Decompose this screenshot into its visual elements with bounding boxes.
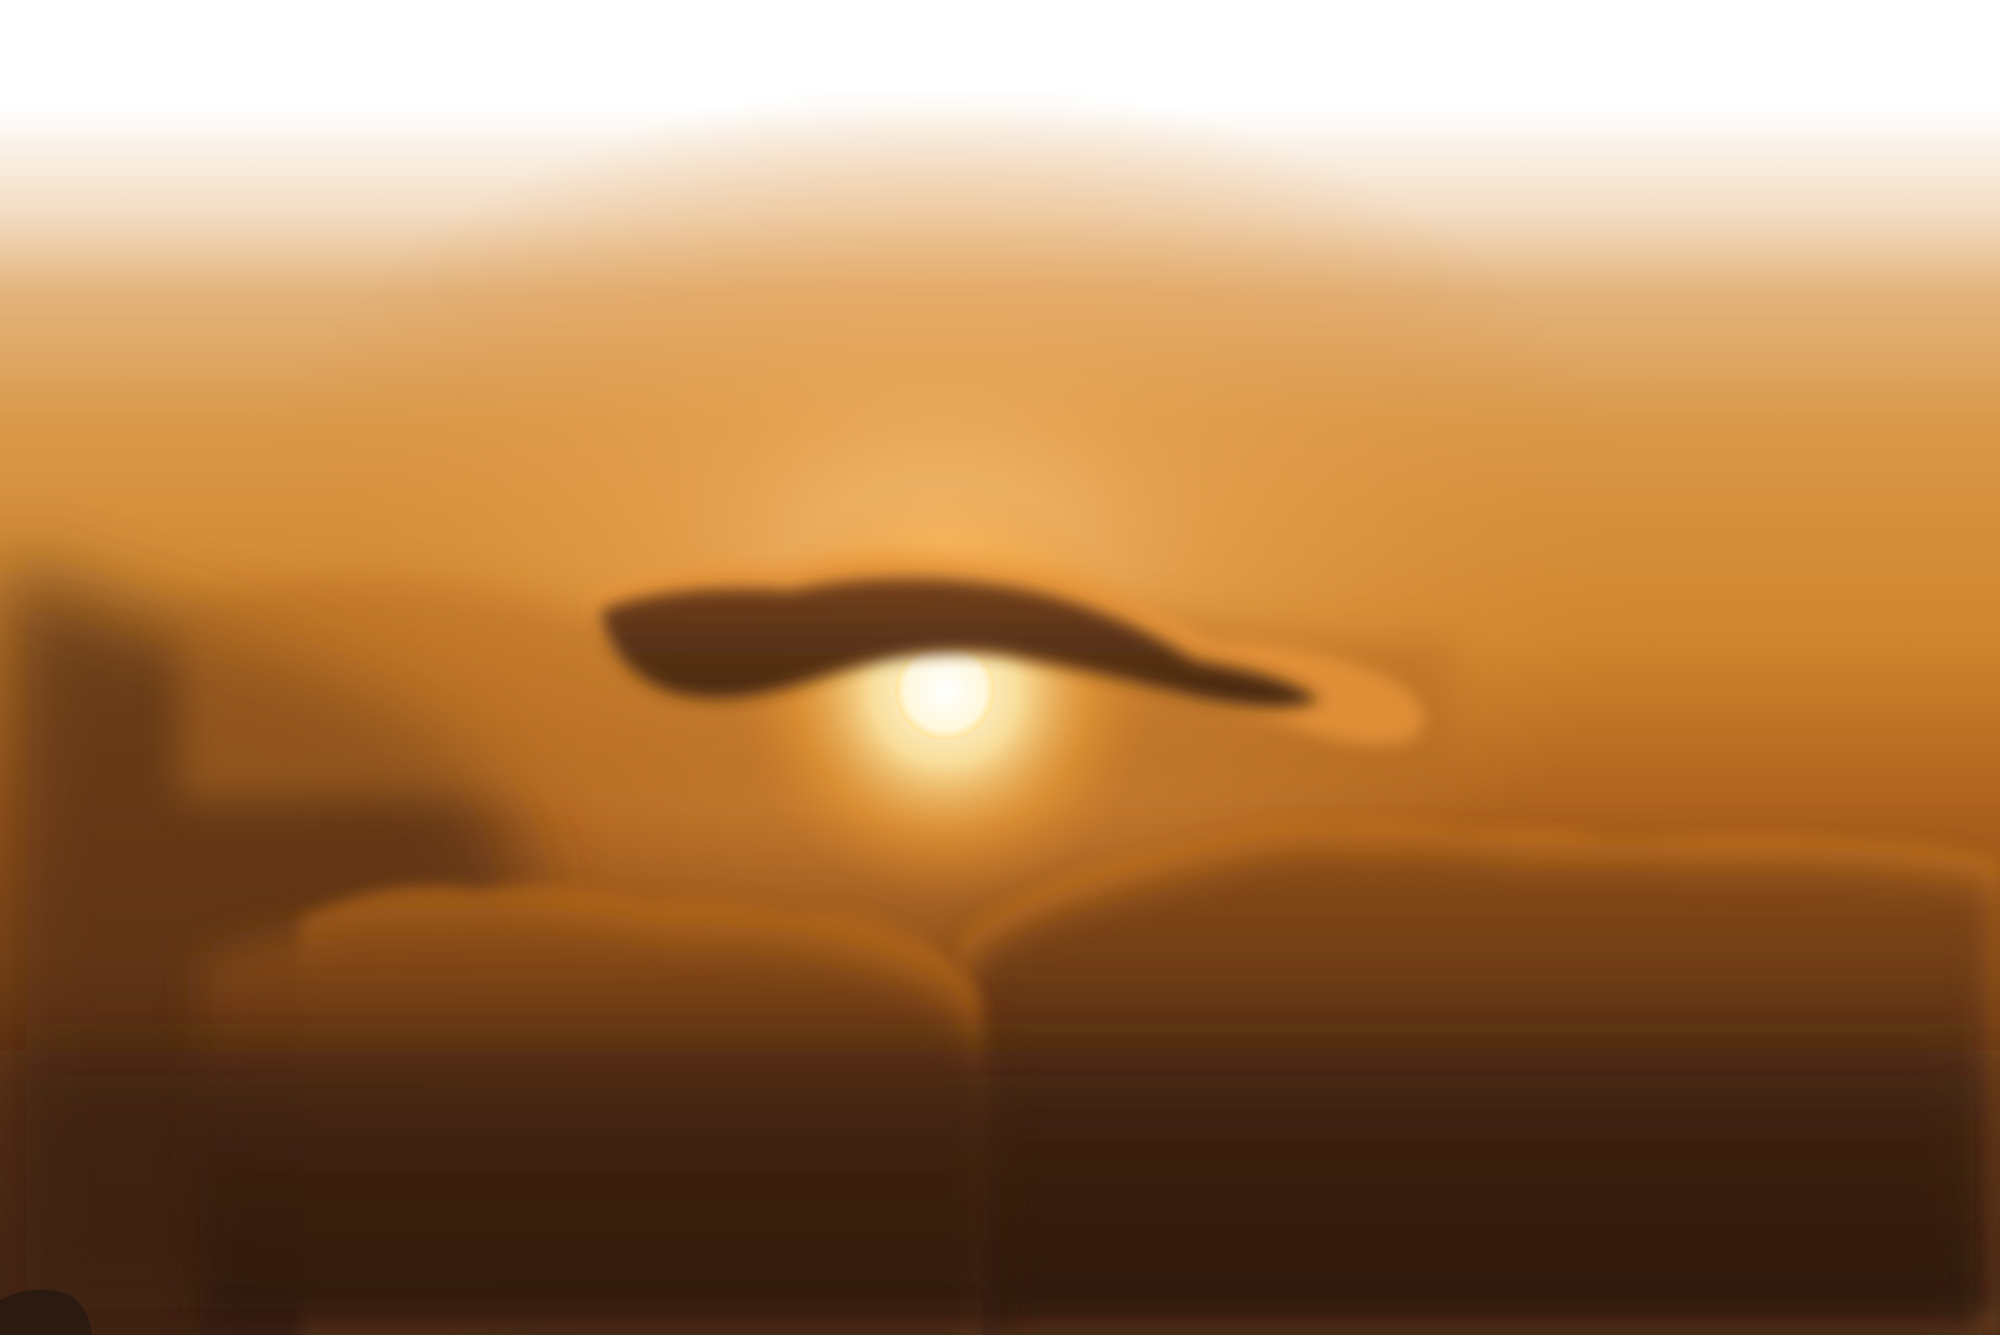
top-white-fade [0, 0, 2000, 90]
bottom-shadow [0, 1050, 2000, 1335]
sunset-scene [0, 0, 2000, 1335]
sunset-photo [0, 0, 2000, 1335]
